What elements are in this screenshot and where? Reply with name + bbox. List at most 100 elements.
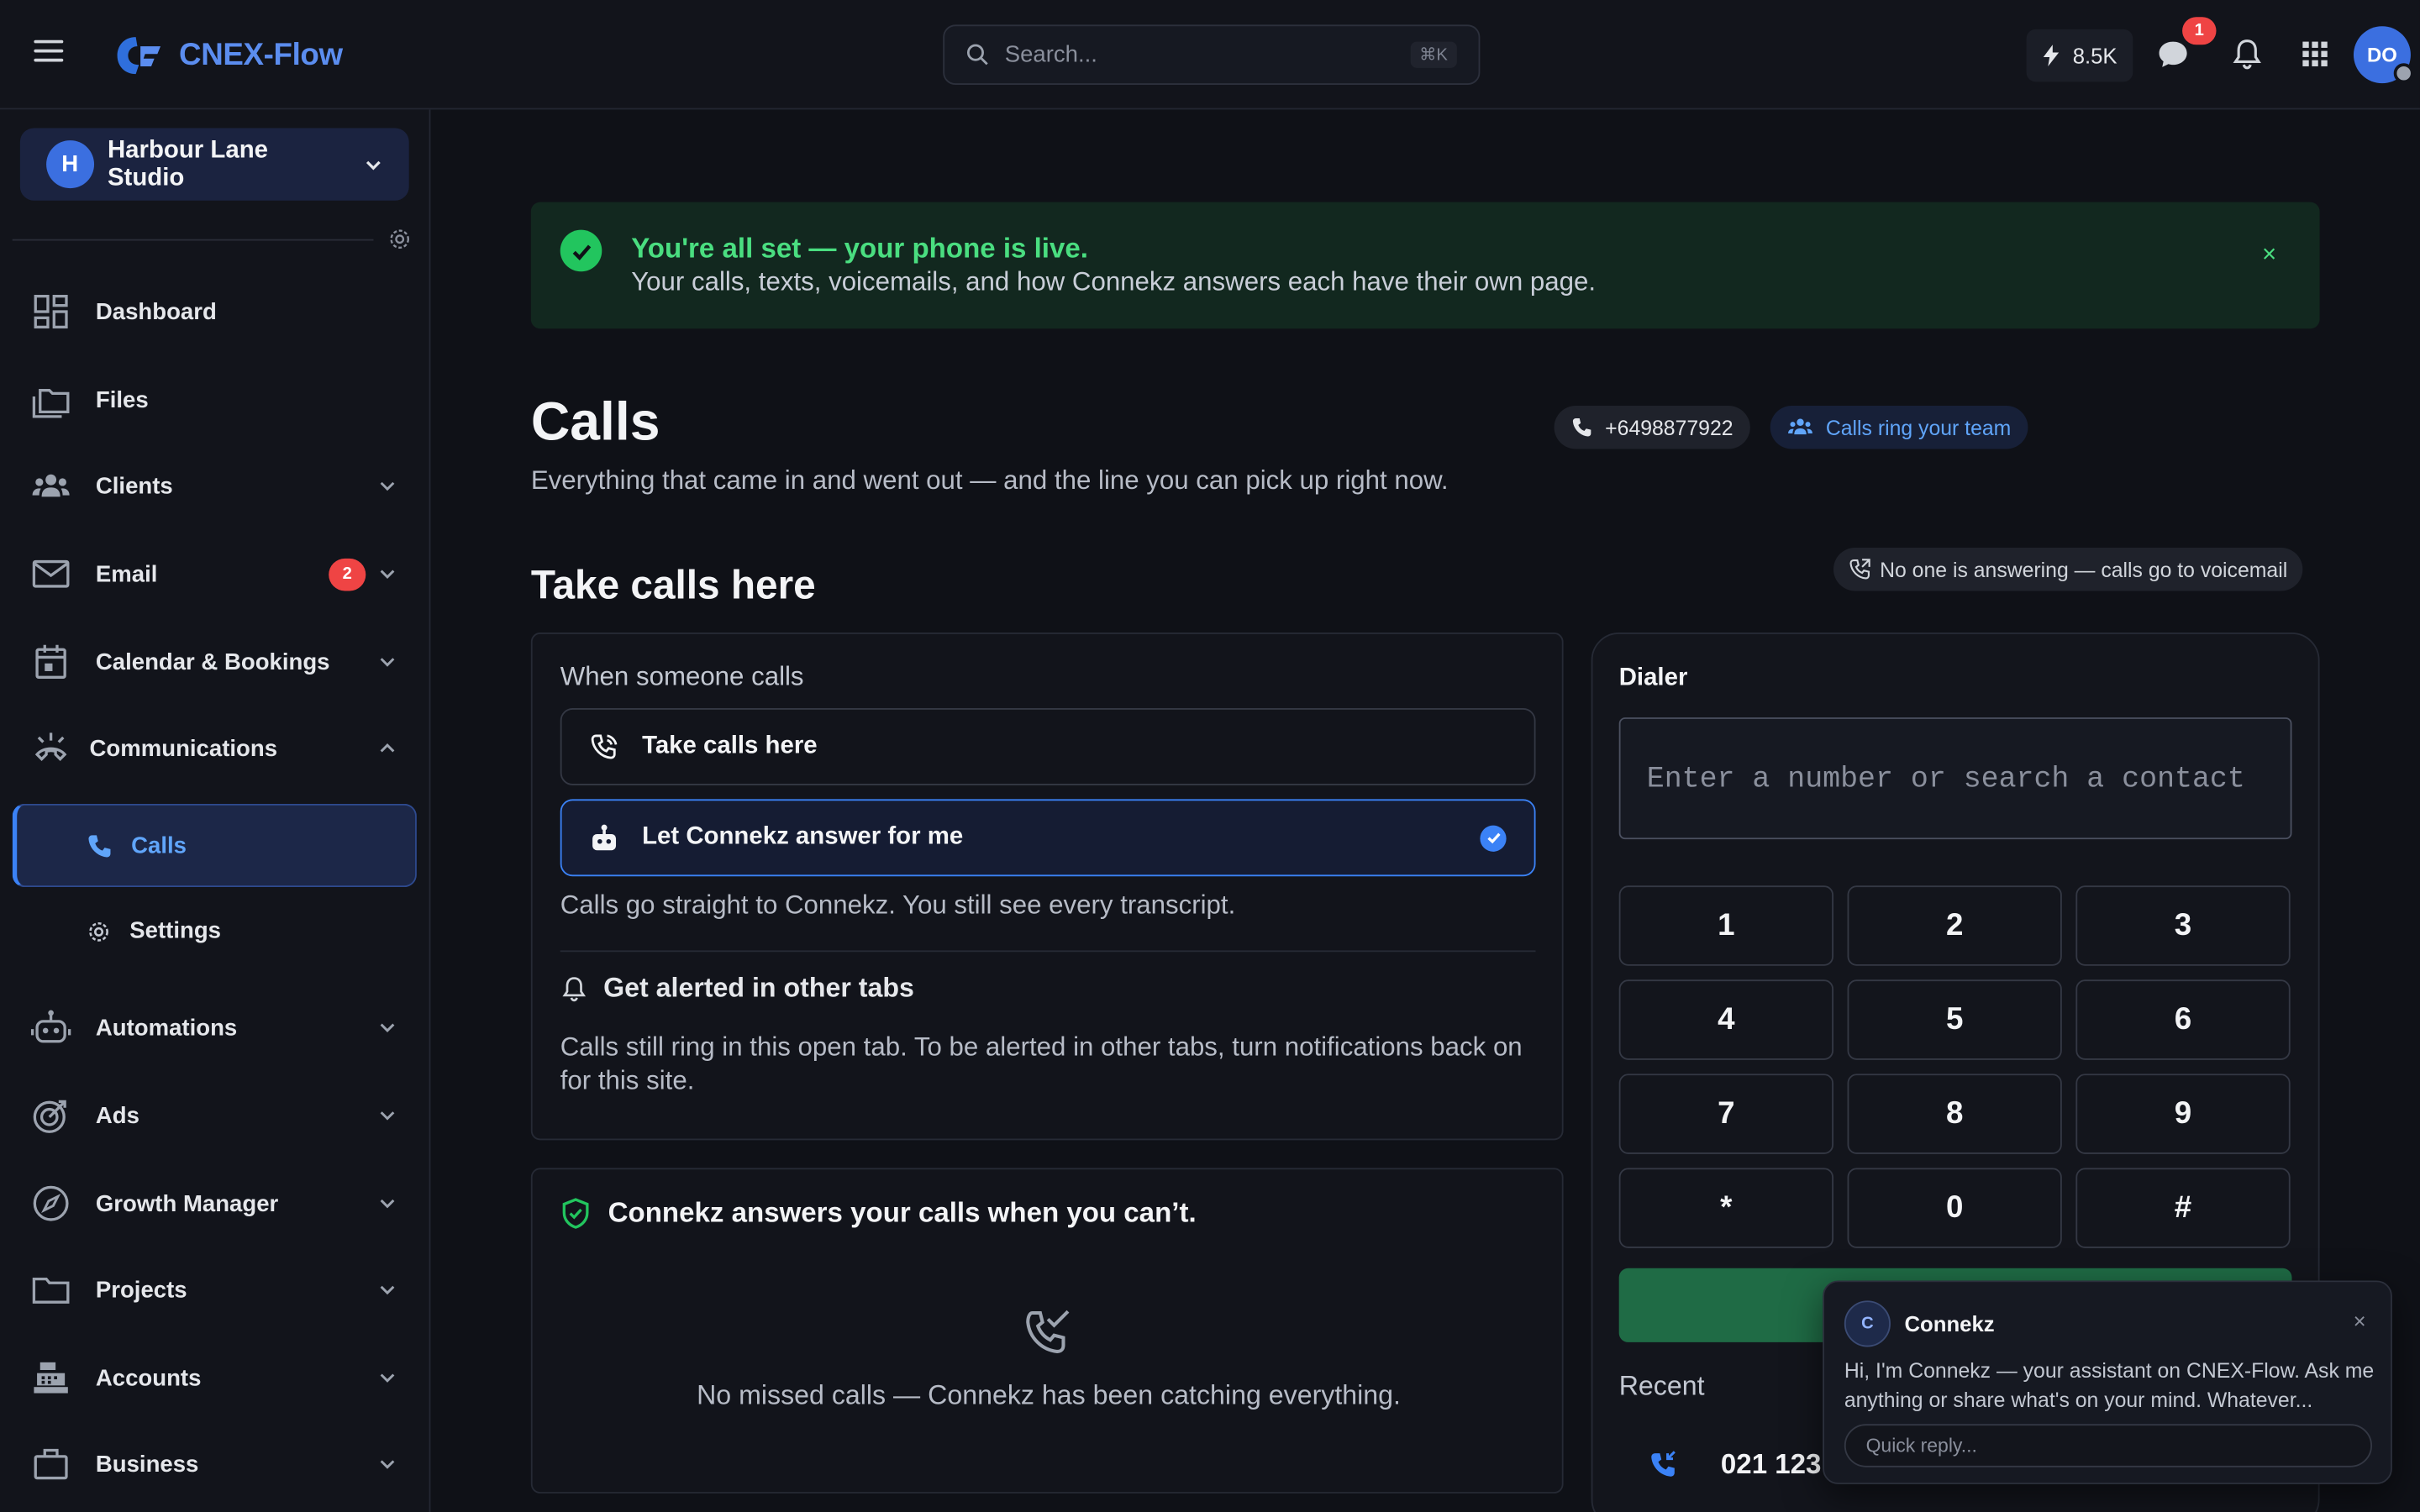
key-6[interactable]: 6 bbox=[2075, 979, 2291, 1060]
search-placeholder: Search... bbox=[1004, 41, 1097, 68]
dialer-keypad: 1 2 3 4 5 6 7 8 9 * 0 # bbox=[1618, 885, 2292, 1248]
option-label: Let Connekz answer for me bbox=[642, 823, 964, 851]
key-9[interactable]: 9 bbox=[2075, 1074, 2291, 1154]
alert-heading: Get alerted in other tabs bbox=[560, 972, 914, 1005]
cash-register-icon bbox=[34, 1362, 68, 1394]
chevron-down-icon bbox=[380, 1285, 395, 1295]
credits-count: 8.5K bbox=[2072, 43, 2118, 68]
top-bar: CNEX-Flow Search... ⌘K 8.5K 1 DO bbox=[0, 0, 2420, 110]
users-icon bbox=[32, 474, 70, 497]
compass-icon bbox=[33, 1185, 69, 1221]
sidebar-item-accounts[interactable]: Accounts bbox=[31, 1347, 409, 1408]
chevron-down-icon bbox=[380, 1460, 395, 1469]
page-subtitle: Everything that came in and went out — a… bbox=[530, 465, 1449, 496]
assistant-avatar: C bbox=[1844, 1300, 1891, 1347]
assistant-name: Connekz bbox=[1904, 1311, 1995, 1336]
gear-icon[interactable] bbox=[387, 227, 412, 251]
sidebar-item-label: Dashboard bbox=[95, 298, 217, 325]
lightning-icon bbox=[2043, 45, 2060, 66]
presence-dot bbox=[2393, 63, 2414, 84]
dashboard-icon bbox=[34, 294, 68, 329]
credits-button[interactable]: 8.5K bbox=[2026, 29, 2133, 82]
phone-icon bbox=[88, 834, 111, 857]
chevron-up-icon bbox=[380, 743, 395, 753]
team-icon bbox=[1788, 418, 1812, 435]
communications-icon bbox=[34, 732, 67, 761]
key-2[interactable]: 2 bbox=[1847, 885, 2062, 966]
sidebar-item-label: Growth Manager bbox=[95, 1190, 279, 1217]
app-logo[interactable]: CNEX-Flow bbox=[114, 34, 343, 76]
sidebar-item-label: Communications bbox=[89, 735, 278, 762]
sidebar-item-label: Email bbox=[95, 560, 158, 587]
key-8[interactable]: 8 bbox=[1847, 1074, 2062, 1154]
sidebar-item-label: Accounts bbox=[95, 1364, 202, 1391]
sidebar-item-calls[interactable]: Calls bbox=[12, 803, 417, 888]
robot-icon bbox=[30, 1010, 71, 1043]
phone-ringing-icon bbox=[591, 733, 618, 759]
sidebar-item-files[interactable]: Files bbox=[31, 369, 409, 430]
avatar-initials: DO bbox=[2367, 43, 2397, 66]
messages-badge: 1 bbox=[2182, 17, 2217, 45]
key-4[interactable]: 4 bbox=[1618, 979, 1833, 1060]
incoming-call-icon bbox=[1651, 1451, 1676, 1477]
sidebar-item-automations[interactable]: Automations bbox=[30, 997, 409, 1058]
key-1[interactable]: 1 bbox=[1618, 885, 1833, 966]
key-3[interactable]: 3 bbox=[2075, 885, 2291, 966]
sidebar-item-label: Business bbox=[95, 1451, 199, 1478]
sidebar-item-communications[interactable]: Communications bbox=[31, 717, 409, 779]
shield-check-icon bbox=[562, 1198, 589, 1229]
chevron-down-icon bbox=[380, 1199, 395, 1209]
robot-icon bbox=[592, 823, 617, 850]
menu-icon[interactable] bbox=[34, 39, 64, 65]
gear-icon bbox=[89, 921, 108, 941]
dialer-number-input[interactable]: Enter a number or search a contact bbox=[1618, 717, 2292, 840]
search-shortcut: ⌘K bbox=[1410, 41, 1457, 68]
option-let-connekz-answer[interactable]: Let Connekz answer for me bbox=[560, 799, 1536, 877]
search-icon bbox=[966, 44, 988, 66]
sidebar-item-label: Projects bbox=[95, 1276, 187, 1304]
alert-title: Get alerted in other tabs bbox=[603, 972, 914, 1003]
divider bbox=[560, 950, 1536, 953]
sidebar-item-calendar[interactable]: Calendar & Bookings bbox=[31, 631, 409, 692]
target-icon bbox=[33, 1100, 66, 1133]
sidebar-item-ads[interactable]: Ads bbox=[31, 1084, 409, 1146]
workspace-switcher[interactable]: H Harbour Lane Studio bbox=[19, 128, 409, 201]
sidebar-item-projects[interactable]: Projects bbox=[31, 1259, 409, 1320]
mail-icon bbox=[32, 559, 70, 588]
key-0[interactable]: 0 bbox=[1847, 1168, 2062, 1248]
check-circle-icon bbox=[560, 229, 602, 272]
sidebar-item-label: Settings bbox=[129, 917, 221, 945]
sidebar-item-clients[interactable]: Clients bbox=[31, 455, 409, 517]
sidebar-item-dashboard[interactable]: Dashboard bbox=[31, 281, 409, 342]
chat-icon[interactable] bbox=[2156, 37, 2190, 71]
quick-reply-input[interactable]: Quick reply... bbox=[1844, 1424, 2373, 1467]
close-icon[interactable]: × bbox=[2262, 242, 2276, 270]
sidebar-item-label: Ads bbox=[95, 1102, 139, 1129]
key-star[interactable]: * bbox=[1618, 1168, 1833, 1248]
folder-icon bbox=[32, 1277, 70, 1304]
assistant-chat-popup: C Connekz × Hi, I'm Connekz — your assis… bbox=[1823, 1280, 2392, 1484]
search-input[interactable]: Search... ⌘K bbox=[943, 24, 1481, 86]
sidebar-item-business[interactable]: Business bbox=[31, 1433, 409, 1494]
key-hash[interactable]: # bbox=[2075, 1168, 2291, 1248]
sidebar-item-growth-manager[interactable]: Growth Manager bbox=[31, 1173, 409, 1234]
sidebar-item-settings[interactable]: Settings bbox=[87, 918, 221, 944]
bell-icon[interactable] bbox=[2230, 37, 2264, 71]
cnex-logo-icon bbox=[117, 37, 161, 75]
empty-state-text: No missed calls — Connekz has been catch… bbox=[697, 1379, 1402, 1410]
assistant-message: Hi, I'm Connekz — your assistant on CNEX… bbox=[1844, 1359, 2375, 1412]
alert-text: Calls still ring in this open tab. To be… bbox=[560, 1032, 1523, 1096]
key-5[interactable]: 5 bbox=[1847, 979, 2062, 1060]
page-title: Calls bbox=[530, 391, 660, 453]
sidebar-item-label: Automations bbox=[95, 1014, 238, 1041]
key-7[interactable]: 7 bbox=[1618, 1074, 1833, 1154]
user-avatar[interactable]: DO bbox=[2353, 26, 2414, 84]
ring-team-chip[interactable]: Calls ring your team bbox=[1770, 406, 2028, 449]
phone-number-chip[interactable]: +6498877922 bbox=[1554, 406, 1750, 449]
divider bbox=[12, 239, 374, 241]
option-take-calls-here[interactable]: Take calls here bbox=[560, 708, 1536, 785]
apps-grid-icon[interactable] bbox=[2298, 37, 2332, 71]
chevron-down-icon bbox=[380, 1373, 395, 1383]
close-icon[interactable]: × bbox=[2354, 1309, 2366, 1333]
sidebar-item-email[interactable]: Email 2 bbox=[31, 543, 409, 605]
